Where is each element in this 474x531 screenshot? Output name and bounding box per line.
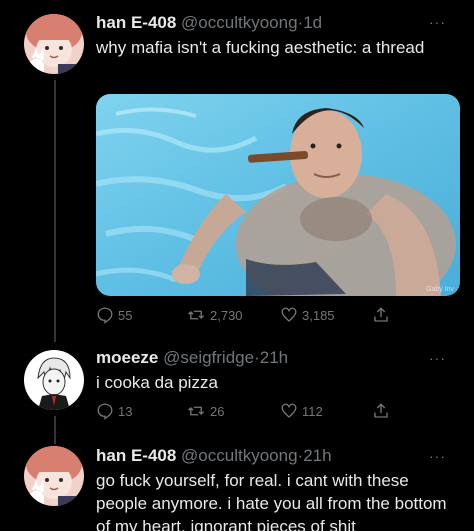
- display-name[interactable]: han E-408: [96, 446, 176, 465]
- tweet-text: i cooka da pizza: [96, 373, 218, 392]
- timestamp[interactable]: 1d: [303, 13, 322, 32]
- like-count: 112: [302, 403, 323, 419]
- timestamp[interactable]: 21h: [260, 348, 288, 367]
- share-icon: [374, 307, 388, 322]
- tweet-header: han E-408 @occultkyoong·21h: [96, 446, 332, 466]
- tweet-actions: 13 26 112: [96, 402, 396, 424]
- tweet-text: go fuck yourself, for real. i cant with …: [96, 471, 447, 531]
- tweet[interactable]: moeeze @seigfridge·21h ··· i cooka da pi…: [0, 340, 474, 440]
- username[interactable]: @occultkyoong: [181, 13, 298, 32]
- retweet-icon: [188, 310, 204, 320]
- share-button[interactable]: [372, 402, 390, 420]
- more-icon[interactable]: ···: [429, 350, 446, 366]
- username[interactable]: @occultkyoong: [181, 446, 298, 465]
- tweet-text: why mafia isn't a fucking aesthetic: a t…: [96, 38, 425, 57]
- username[interactable]: @seigfridge: [163, 348, 254, 367]
- retweet-button[interactable]: 2,730: [186, 306, 243, 324]
- reply-icon: [97, 307, 113, 324]
- display-name[interactable]: han E-408: [96, 13, 176, 32]
- reply-icon: [97, 403, 113, 420]
- heart-icon: [281, 307, 297, 322]
- heart-icon: [281, 403, 297, 418]
- like-button[interactable]: 112: [280, 402, 323, 420]
- avatar[interactable]: [24, 14, 84, 74]
- reply-button[interactable]: 55: [96, 306, 132, 324]
- tweet[interactable]: han E-408 @occultkyoong·21h ··· go fuck …: [0, 440, 474, 531]
- timestamp[interactable]: 21h: [303, 446, 331, 465]
- retweet-icon: [188, 406, 204, 416]
- retweet-count: 26: [210, 403, 225, 419]
- tweet-actions: 55 2,730 3,185: [96, 306, 396, 328]
- tweet-header: moeeze @seigfridge·21h: [96, 348, 288, 368]
- reply-count: 55: [118, 307, 133, 323]
- like-button[interactable]: 3,185: [280, 306, 335, 324]
- tweet-media-image[interactable]: Gaby Inv: [96, 94, 460, 296]
- like-count: 3,185: [302, 307, 335, 323]
- more-icon[interactable]: ···: [429, 448, 446, 464]
- media-watermark: Gaby Inv: [426, 286, 455, 293]
- more-icon[interactable]: ···: [429, 14, 446, 30]
- tweet-header: han E-408 @occultkyoong·1d: [96, 13, 322, 33]
- avatar[interactable]: [24, 446, 84, 506]
- avatar[interactable]: [24, 350, 84, 410]
- display-name[interactable]: moeeze: [96, 348, 158, 367]
- retweet-button[interactable]: 26: [186, 402, 224, 420]
- share-icon: [374, 403, 388, 418]
- reply-count: 13: [118, 403, 133, 419]
- share-button[interactable]: [372, 306, 390, 324]
- reply-button[interactable]: 13: [96, 402, 132, 420]
- tweet[interactable]: han E-408 @occultkyoong·1d ··· why mafia…: [0, 0, 474, 340]
- retweet-count: 2,730: [210, 307, 243, 323]
